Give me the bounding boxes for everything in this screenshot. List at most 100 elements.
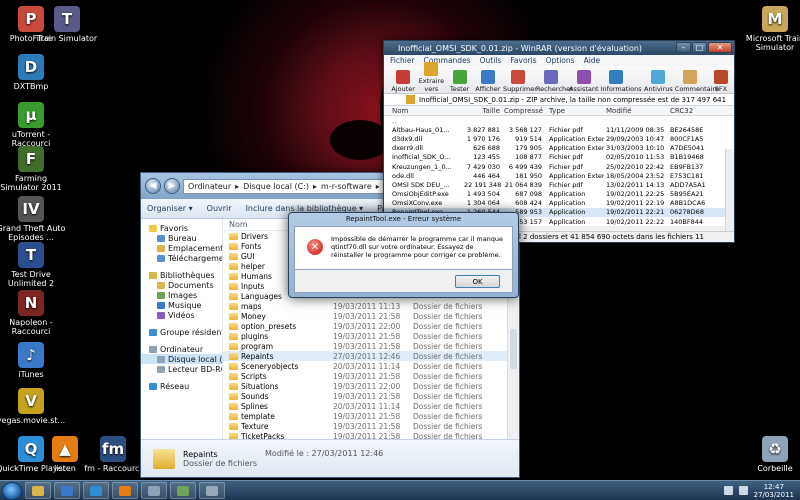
error-dialog[interactable]: RepaintTool.exe - Erreur système ✕ Impos… [288, 212, 519, 298]
taskbar-app-button[interactable] [199, 482, 225, 499]
nav-item[interactable]: Favoris [141, 223, 222, 233]
desktop-icon[interactable]: fm fm - Raccourci [78, 436, 148, 473]
nav-item[interactable]: Musique [141, 300, 222, 310]
nav-item[interactable]: Documents [141, 280, 222, 290]
archive-column-header[interactable]: Compressé [504, 107, 546, 115]
breadcrumb-item[interactable]: Disque local (C:) [243, 182, 309, 191]
taskbar-app-button[interactable] [83, 482, 109, 499]
nav-item[interactable]: Groupe résidentiel [141, 327, 222, 337]
menu-item[interactable]: Fichier [390, 56, 415, 65]
taskbar-app-button[interactable] [141, 482, 167, 499]
back-arrow-icon[interactable]: ◀ [145, 178, 161, 194]
archive-scrollbar[interactable] [725, 149, 734, 231]
desktop-icon[interactable]: D DXTBmp [0, 54, 66, 91]
file-row[interactable]: Sounds 19/03/2011 21:58 Dossier de fichier… [223, 391, 519, 401]
archive-row[interactable]: .. [384, 116, 734, 126]
nav-item[interactable]: Téléchargements [141, 253, 222, 263]
desktop-icon[interactable]: M Microsoft Train Simulator [740, 6, 800, 52]
desktop-icon[interactable]: T Test Drive Unlimited 2 [0, 242, 66, 288]
winrar-title-bar[interactable]: Inofficial_OMSI_SDK_0.01.zip - WinRAR (v… [384, 41, 734, 55]
toolbar-tool-button[interactable]: Commentaire [675, 70, 719, 93]
archive-row[interactable]: OmsiXConv.exe 1 304 064 608 424 Application… [384, 198, 734, 208]
file-row[interactable]: program 19/03/2011 21:58 Dossier de fichie… [223, 341, 519, 351]
archive-column-header[interactable]: Nom [384, 107, 464, 115]
menu-item[interactable]: Options [546, 56, 575, 65]
nav-item[interactable]: Bureau [141, 233, 222, 243]
taskbar-app-button[interactable] [112, 482, 138, 499]
scrollbar-thumb[interactable] [510, 329, 517, 369]
nav-item[interactable]: Bibliothèques [141, 270, 222, 280]
archive-column-header[interactable]: Taille [464, 107, 504, 115]
network-icon[interactable] [723, 486, 733, 495]
file-row[interactable]: option_presets 19/03/2011 22:00 Dossier de… [223, 321, 519, 331]
nav-item[interactable]: Images [141, 290, 222, 300]
archive-row[interactable]: d3dx9.dll 1 970 176 919 514 Application Ext… [384, 134, 734, 144]
file-row[interactable]: Splines 20/03/2011 11:14 Dossier de fichie… [223, 401, 519, 411]
minimize-button[interactable]: – [676, 42, 691, 53]
start-button[interactable] [2, 481, 22, 500]
archive-row[interactable]: OMSI SDK DEU_... 22 191 348 21 064 839 Fich… [384, 180, 734, 190]
toolbar-tool-button[interactable]: Antivirus [644, 70, 673, 93]
toolbar-tool-button[interactable]: Ajouter [390, 70, 416, 93]
toolbar-button[interactable]: Organiser ▾ [147, 204, 193, 213]
toolbar-tool-button[interactable]: Tester [446, 70, 472, 93]
archive-row[interactable]: Altbau-Haus_01... 3 827 881 3 568 127 Fichi… [384, 125, 734, 135]
desktop-icon[interactable]: IV Grand Theft Auto Episodes ... [0, 196, 66, 242]
nav-item[interactable]: Lecteur BD-ROM (E:) [141, 364, 222, 374]
file-row[interactable]: Repaints 27/03/2011 12:46 Dossier de fichi… [223, 351, 519, 361]
desktop-icon[interactable]: ♪ iTunes [0, 342, 66, 379]
archive-row[interactable]: OmsiObjEditP.exe 1 493 504 687 098 Applicat… [384, 189, 734, 199]
breadcrumb-item[interactable]: m-r-software [321, 182, 372, 191]
ok-button[interactable]: OK [455, 275, 500, 288]
archive-path-bar[interactable]: Inofficial_OMSI_SDK_0.01.zip - ZIP archi… [384, 94, 734, 106]
file-row[interactable]: TicketPacks 19/03/2011 21:58 Dossier de fi… [223, 431, 519, 439]
nav-item[interactable]: Emplacements récer [141, 243, 222, 253]
nav-item[interactable]: Réseau [141, 381, 222, 391]
file-row[interactable]: Scripts 19/03/2011 21:58 Dossier de fichie… [223, 371, 519, 381]
toolbar-tool-button[interactable]: Informations [601, 70, 642, 93]
toolbar-tool-button[interactable]: SFX [708, 70, 734, 93]
menu-item[interactable]: Aide [584, 56, 601, 65]
nav-item[interactable]: Disque local (C:) [141, 354, 222, 364]
toolbar-tool-button[interactable]: Assistant [569, 70, 599, 93]
desktop-icon[interactable]: µ uTorrent - Raccourci [0, 102, 66, 148]
toolbar-tool-button[interactable]: Supprimer [503, 70, 537, 93]
taskbar-app-button[interactable] [54, 482, 80, 499]
desktop-icon[interactable]: ♻ Corbeille [740, 436, 800, 473]
archive-column-header[interactable]: Modifié [604, 107, 666, 115]
desktop-icon[interactable]: F Farming Simulator 2011 [0, 146, 66, 192]
close-button[interactable]: ✕ [708, 42, 732, 53]
archive-row[interactable]: Kreuzungen_1_0... 7 429 030 6 499 439 Fichi… [384, 161, 734, 172]
archive-column-header[interactable]: CRC32 [666, 107, 716, 115]
desktop-icon[interactable]: T Train Simulator [32, 6, 102, 43]
nav-item[interactable]: Vidéos [141, 310, 222, 320]
file-row[interactable]: maps 19/03/2011 11:13 Dossier de fichiers [223, 301, 519, 311]
desktop-icon[interactable]: N Napoleon - Raccourci [0, 290, 66, 336]
maximize-button[interactable]: □ [692, 42, 707, 53]
volume-icon[interactable] [738, 486, 748, 495]
breadcrumb-item[interactable]: Ordinateur [188, 182, 231, 191]
taskbar-app-button[interactable] [170, 482, 196, 499]
forward-arrow-icon[interactable]: ▶ [164, 178, 180, 194]
file-row[interactable]: Texture 19/03/2011 21:58 Dossier de fichie… [223, 421, 519, 431]
file-row[interactable]: Sceneryobjects 20/03/2011 11:14 Dossier de… [223, 361, 519, 371]
file-row[interactable]: template 19/03/2011 21:58 Dossier de fichi… [223, 411, 519, 421]
toolbar-tool-button[interactable]: Extraire vers [418, 62, 444, 93]
file-row[interactable]: plugins 19/03/2011 21:58 Dossier de fichie… [223, 331, 519, 341]
toolbar-tool-button[interactable]: Afficher [475, 70, 501, 93]
taskbar-app-button[interactable] [25, 482, 51, 499]
desktop-icon[interactable]: Vvegas.movie.st... [0, 388, 66, 425]
menu-item[interactable]: Favoris [510, 56, 536, 65]
archive-row[interactable]: dxerr9.dll 626 688 179 905 Application Exte… [384, 143, 734, 153]
navigation-pane: FavorisBureauEmplacements récerTélécharg… [141, 219, 223, 439]
archive-row[interactable]: Inofficial_SDK_O... 123 455 108 877 Fichier… [384, 152, 734, 162]
menu-item[interactable]: Outils [480, 56, 502, 65]
archive-column-header[interactable]: Type [546, 107, 604, 115]
toolbar-tool-button[interactable]: Rechercher [536, 70, 573, 93]
clock[interactable]: 12:47 27/03/2011 [754, 483, 794, 499]
archive-row[interactable]: ode.dll 446 464 181 950 Application Extens.… [384, 171, 734, 181]
file-row[interactable]: Situations 19/03/2011 22:00 Dossier de fic… [223, 381, 519, 391]
nav-item[interactable]: Ordinateur [141, 344, 222, 354]
file-row[interactable]: Money 19/03/2011 21:58 Dossier de fichiers [223, 311, 519, 321]
toolbar-button[interactable]: Ouvrir [207, 204, 232, 213]
